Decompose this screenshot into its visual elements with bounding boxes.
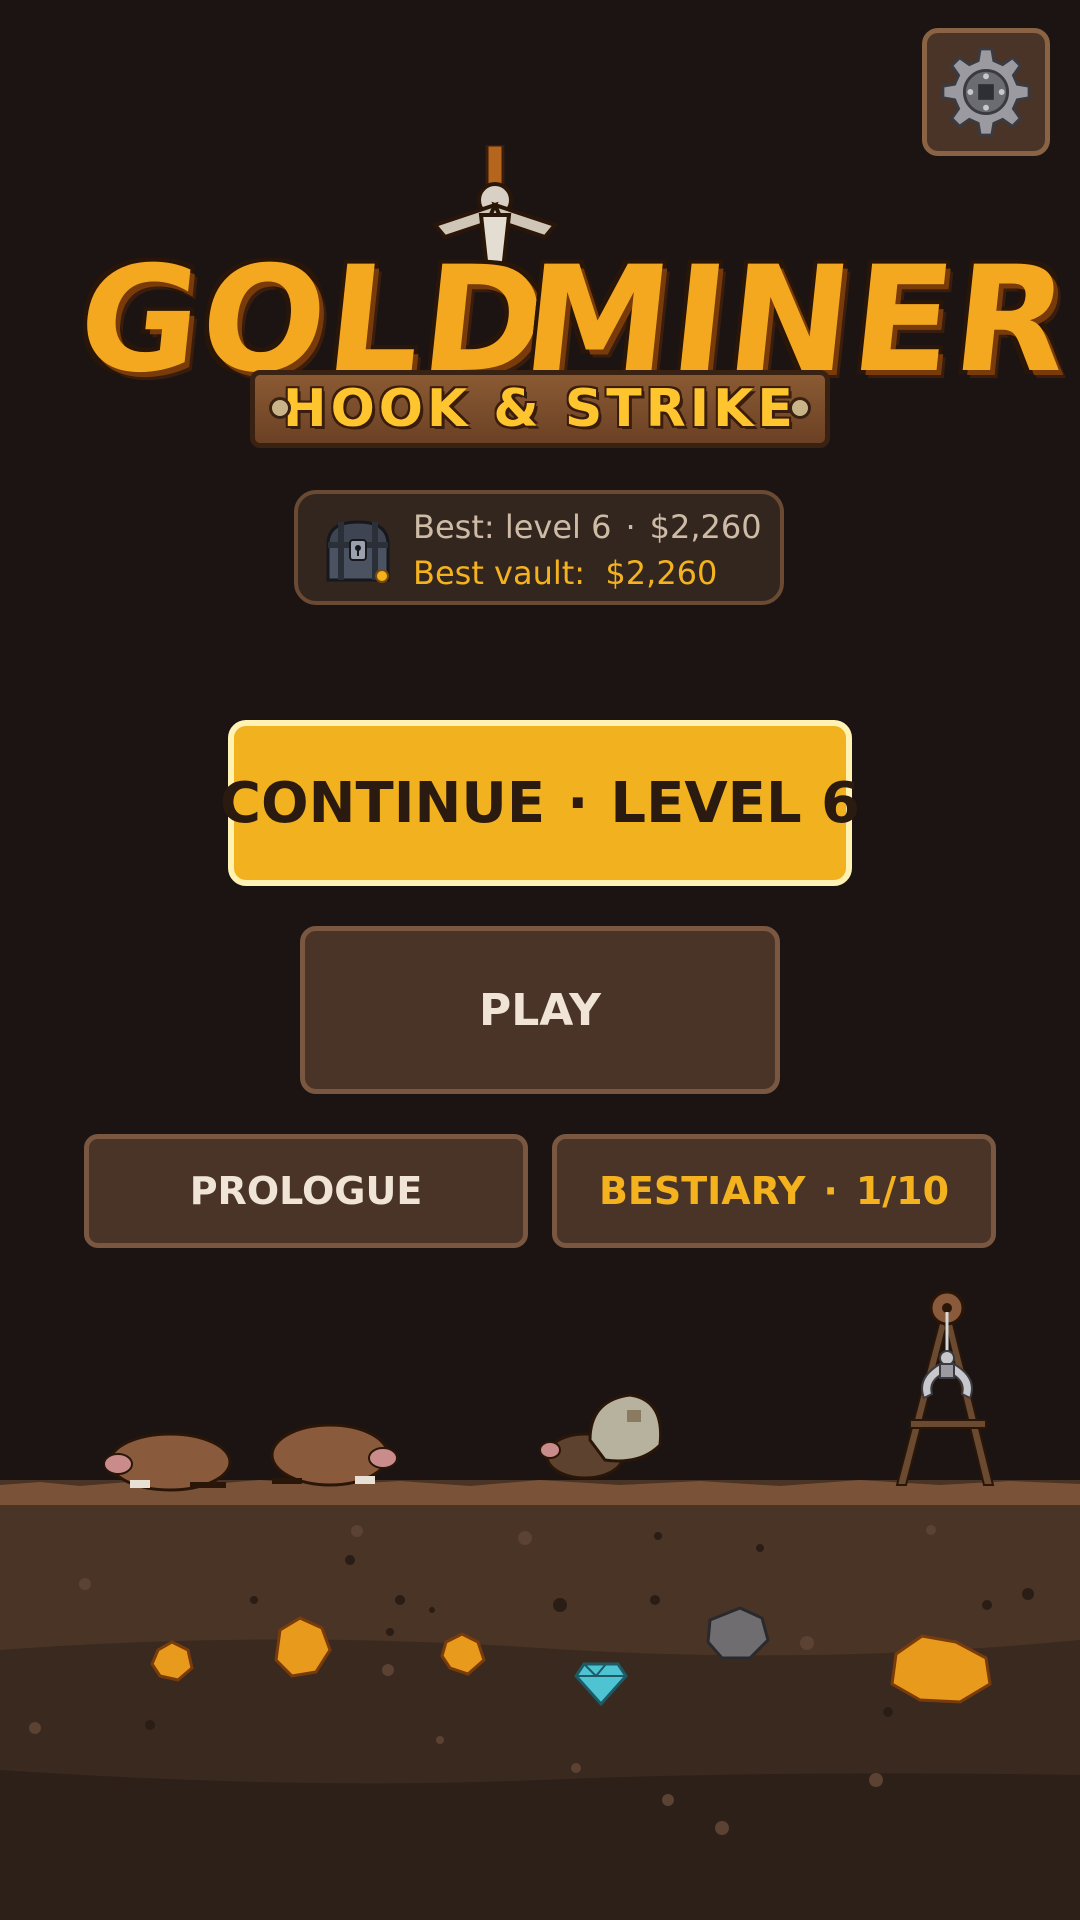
continue-label: CONTINUE	[219, 770, 546, 836]
play-label: PLAY	[479, 984, 601, 1036]
mole-sprite	[270, 1423, 398, 1487]
play-button[interactable]: PLAY	[300, 926, 780, 1094]
hook-crane	[895, 1290, 995, 1486]
logo-plank: HOOK & STRIKE	[250, 370, 830, 448]
prologue-button[interactable]: PROLOGUE	[84, 1134, 528, 1248]
continue-level: LEVEL 6	[610, 770, 861, 836]
logo-subtitle: HOOK & STRIKE	[283, 379, 797, 439]
bestiary-label: BESTIARY	[598, 1169, 806, 1213]
best-level-text: Best: level 6 · $2,260	[413, 508, 762, 546]
game-logo: GOLD MINER HOOK & STRIKE	[70, 145, 1078, 455]
prologue-label: PROLOGUE	[189, 1169, 423, 1213]
gear-icon	[941, 47, 1031, 137]
bestiary-button[interactable]: BESTIARY · 1/10	[552, 1134, 996, 1248]
treasure-chest-icon	[326, 520, 390, 583]
continue-button[interactable]: CONTINUE · LEVEL 6	[220, 720, 860, 886]
best-score-panel: Best: level 6 · $2,260 Best vault: $2,260	[294, 490, 784, 605]
ground-scene	[0, 1290, 1080, 1920]
settings-button[interactable]	[922, 28, 1050, 156]
bestiary-count: 1/10	[855, 1169, 950, 1213]
bag-mole-sprite	[539, 1393, 663, 1480]
best-vault-text: Best vault: $2,260	[413, 554, 718, 592]
